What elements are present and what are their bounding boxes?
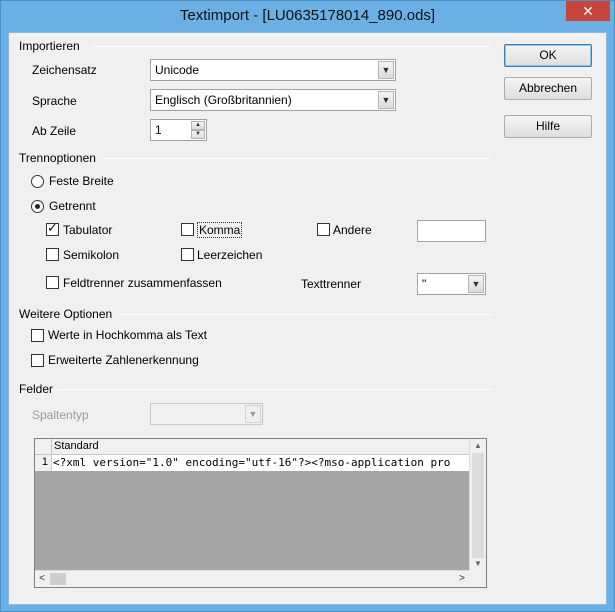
tab-checkbox[interactable]: ✓ [46, 220, 59, 236]
chevron-down-icon[interactable]: ▼ [468, 275, 484, 293]
from-row-spinner[interactable]: 1 ▲ ▼ [150, 119, 207, 141]
fields-heading: Felder [19, 382, 58, 396]
preview-cell[interactable]: <?xml version="1.0" encoding="utf-16"?><… [52, 455, 470, 471]
spin-up-icon[interactable]: ▲ [191, 121, 205, 130]
space-checkbox[interactable] [181, 248, 194, 261]
other-options-heading: Weitere Optionen [19, 307, 117, 321]
comma-label[interactable]: Komma [197, 222, 243, 238]
text-delimiter-combobox[interactable]: " ▼ [417, 273, 486, 295]
window-title: Textimport - [LU0635178014_890.ods] [179, 7, 436, 24]
fixed-width-label[interactable]: Feste Breite [49, 174, 114, 188]
scroll-up-icon[interactable]: ▲ [470, 439, 486, 453]
preview-grid[interactable]: Standard 1 <?xml version="1.0" encoding=… [34, 438, 487, 588]
language-value: Englisch (Großbritannien) [155, 93, 292, 107]
separator-options-heading: Trennoptionen [19, 151, 100, 165]
horizontal-scroll-thumb[interactable] [50, 573, 66, 585]
charset-label: Zeichensatz [32, 63, 97, 77]
language-combobox[interactable]: Englisch (Großbritannien) ▼ [150, 89, 396, 111]
detect-numbers-checkbox[interactable] [31, 354, 44, 367]
title-bar[interactable]: Textimport - [LU0635178014_890.ods] ✕ [1, 1, 614, 32]
scrollbar-corner [469, 570, 486, 587]
other-checkbox[interactable] [317, 223, 330, 236]
horizontal-scrollbar[interactable]: < > [35, 570, 470, 587]
import-heading: Importieren [19, 39, 84, 53]
dialog-body: Importieren Zeichensatz Unicode ▼ Sprach… [8, 32, 607, 605]
separator-options-separator [103, 158, 491, 159]
charset-combobox[interactable]: Unicode ▼ [150, 59, 396, 81]
semicolon-checkbox[interactable] [46, 248, 59, 261]
text-delimiter-label: Texttrenner [301, 277, 362, 291]
comma-checkbox[interactable] [181, 223, 194, 236]
scroll-left-icon[interactable]: < [35, 571, 49, 587]
column-type-combobox[interactable]: ▼ [150, 403, 263, 425]
cancel-button[interactable]: Abbrechen [504, 77, 592, 100]
other-separator-input[interactable] [417, 220, 486, 242]
detect-numbers-label[interactable]: Erweiterte Zahlenerkennung [48, 353, 199, 367]
ok-button[interactable]: OK [504, 44, 592, 67]
grid-corner[interactable] [35, 439, 52, 455]
quoted-as-text-label[interactable]: Werte in Hochkomma als Text [48, 328, 207, 342]
row-header[interactable]: 1 [35, 455, 52, 471]
merge-delimiters-checkbox[interactable] [46, 276, 59, 289]
spin-down-icon[interactable]: ▼ [191, 130, 205, 139]
from-row-label: Ab Zeile [32, 124, 77, 138]
scroll-right-icon[interactable]: > [455, 571, 469, 587]
chevron-down-icon[interactable]: ▼ [378, 61, 394, 79]
help-button[interactable]: Hilfe [504, 115, 592, 138]
close-icon[interactable]: ✕ [566, 1, 610, 21]
semicolon-label[interactable]: Semikolon [63, 248, 119, 262]
fixed-width-radio[interactable] [31, 175, 44, 188]
fields-separator [57, 389, 491, 390]
scroll-down-icon[interactable]: ▼ [470, 557, 486, 571]
tab-label[interactable]: Tabulator [63, 223, 112, 237]
text-delimiter-value: " [422, 277, 427, 291]
vertical-scrollbar[interactable]: ▲ ▼ [469, 439, 486, 571]
column-type-label: Spaltentyp [32, 408, 89, 422]
vertical-scroll-thumb[interactable] [472, 453, 484, 558]
separated-label[interactable]: Getrennt [49, 199, 96, 213]
column-header[interactable]: Standard [52, 439, 470, 455]
dialog-window: Textimport - [LU0635178014_890.ods] ✕ Im… [0, 0, 615, 612]
space-label[interactable]: Leerzeichen [197, 248, 262, 262]
language-label: Sprache [32, 94, 77, 108]
import-separator [91, 46, 491, 47]
checkmark-icon: ✓ [47, 220, 58, 235]
separated-radio[interactable] [31, 200, 44, 213]
other-options-separator [120, 314, 491, 315]
other-label[interactable]: Andere [333, 223, 372, 237]
chevron-down-icon[interactable]: ▼ [378, 91, 394, 109]
from-row-value: 1 [155, 123, 162, 137]
radio-selected-dot [35, 204, 40, 209]
quoted-as-text-checkbox[interactable] [31, 329, 44, 342]
charset-value: Unicode [155, 63, 200, 77]
merge-delimiters-label[interactable]: Feldtrenner zusammenfassen [63, 276, 222, 290]
chevron-down-icon[interactable]: ▼ [245, 405, 261, 423]
